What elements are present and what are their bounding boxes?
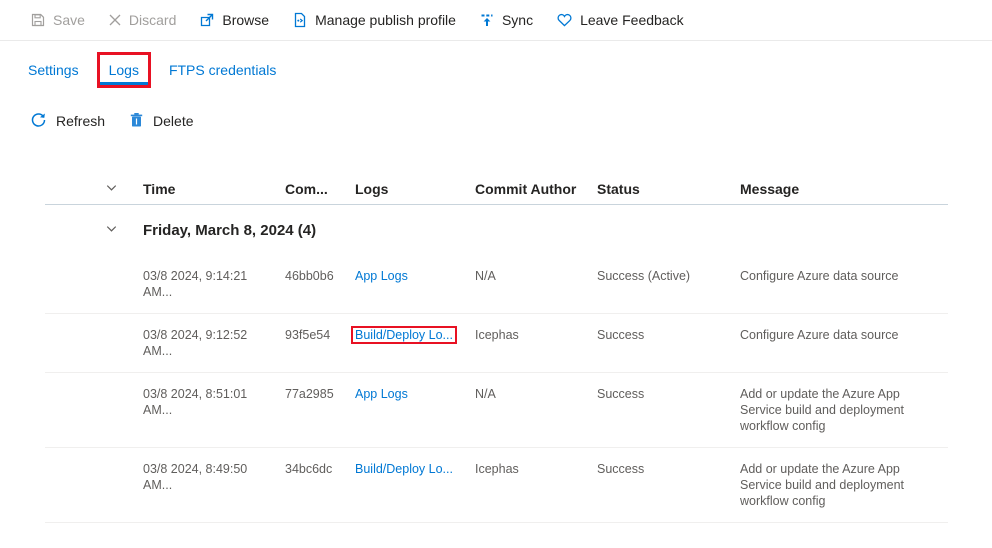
row-status: Success (597, 386, 740, 434)
row-message: Add or update the Azure App Service buil… (740, 461, 948, 509)
sync-button[interactable]: Sync (479, 12, 533, 28)
group-collapse-chevron[interactable] (45, 221, 143, 240)
row-commit-author: N/A (475, 268, 597, 300)
save-label: Save (53, 12, 85, 28)
row-logs-cell: App Logs (355, 268, 475, 300)
row-status: Success (Active) (597, 268, 740, 300)
logs-action-bar: Refresh Delete (0, 111, 992, 131)
header-commit[interactable]: Com... (285, 181, 355, 197)
row-logs-cell: Build/Deploy Lo... (355, 327, 475, 359)
header-message[interactable]: Message (740, 181, 948, 197)
row-expander-cell (45, 461, 143, 509)
row-status: Success (597, 327, 740, 359)
table-row[interactable]: 03/8 2024, 8:49:50 AM... 34bc6dc Build/D… (45, 448, 948, 523)
row-status: Success (597, 461, 740, 509)
row-commit-id: 34bc6dc (285, 461, 355, 509)
command-bar: Save Discard Browse Manage publish profi… (0, 0, 992, 41)
collapse-all-chevron[interactable] (45, 180, 143, 198)
header-logs[interactable]: Logs (355, 181, 475, 197)
trash-icon (129, 112, 144, 131)
row-time: 03/8 2024, 9:12:52 AM... (143, 327, 285, 359)
publish-profile-file-icon (292, 12, 308, 28)
browse-button[interactable]: Browse (199, 12, 269, 28)
table-header-row: Time Com... Logs Commit Author Status Me… (45, 173, 948, 205)
row-commit-author: Icephas (475, 461, 597, 509)
tab-settings[interactable]: Settings (28, 62, 79, 78)
discard-label: Discard (129, 12, 176, 28)
table-row[interactable]: 03/8 2024, 9:14:21 AM... 46bb0b6 App Log… (45, 255, 948, 314)
row-message: Configure Azure data source (740, 327, 948, 359)
row-logs-cell: App Logs (355, 386, 475, 434)
header-commit-author[interactable]: Commit Author (475, 181, 597, 197)
row-commit-id: 46bb0b6 (285, 268, 355, 300)
chevron-down-icon (104, 221, 119, 240)
tab-bar: Settings Logs FTPS credentials (0, 52, 992, 88)
logs-link[interactable]: Build/Deploy Lo... (355, 462, 453, 476)
heart-icon (556, 12, 573, 28)
discard-button[interactable]: Discard (108, 12, 176, 28)
row-logs-cell: Build/Deploy Lo... (355, 461, 475, 509)
save-icon (30, 12, 46, 28)
refresh-label: Refresh (56, 113, 105, 129)
row-time: 03/8 2024, 8:49:50 AM... (143, 461, 285, 509)
row-time: 03/8 2024, 9:14:21 AM... (143, 268, 285, 300)
group-date-label: Friday, March 8, 2024 (4) (143, 222, 948, 239)
refresh-icon (30, 111, 47, 131)
table-body: 03/8 2024, 9:14:21 AM... 46bb0b6 App Log… (45, 255, 948, 523)
sync-upload-icon (479, 12, 495, 28)
browse-external-icon (199, 12, 215, 28)
chevron-down-icon (104, 180, 119, 198)
leave-feedback-button[interactable]: Leave Feedback (556, 12, 684, 28)
save-button[interactable]: Save (30, 12, 85, 28)
logs-link[interactable]: App Logs (355, 269, 408, 283)
tab-ftps-credentials[interactable]: FTPS credentials (169, 62, 276, 78)
table-row[interactable]: 03/8 2024, 8:51:01 AM... 77a2985 App Log… (45, 373, 948, 448)
logs-link[interactable]: App Logs (355, 387, 408, 401)
row-expander-cell (45, 327, 143, 359)
tab-logs[interactable]: Logs (100, 55, 148, 85)
row-message: Add or update the Azure App Service buil… (740, 386, 948, 434)
row-message: Configure Azure data source (740, 268, 948, 300)
browse-label: Browse (222, 12, 269, 28)
manage-publish-profile-button[interactable]: Manage publish profile (292, 12, 456, 28)
row-time: 03/8 2024, 8:51:01 AM... (143, 386, 285, 434)
tab-logs-annotation-box: Logs (97, 52, 151, 88)
row-commit-author: Icephas (475, 327, 597, 359)
delete-label: Delete (153, 113, 193, 129)
row-commit-author: N/A (475, 386, 597, 434)
row-expander-cell (45, 268, 143, 300)
header-time[interactable]: Time (143, 181, 285, 197)
row-expander-cell (45, 386, 143, 434)
delete-button[interactable]: Delete (129, 112, 193, 131)
sync-label: Sync (502, 12, 533, 28)
leave-feedback-label: Leave Feedback (580, 12, 684, 28)
row-commit-id: 77a2985 (285, 386, 355, 434)
manage-publish-profile-label: Manage publish profile (315, 12, 456, 28)
logs-link[interactable]: Build/Deploy Lo... (351, 326, 457, 344)
table-row[interactable]: 03/8 2024, 9:12:52 AM... 93f5e54 Build/D… (45, 314, 948, 373)
row-commit-id: 93f5e54 (285, 327, 355, 359)
header-status[interactable]: Status (597, 181, 740, 197)
refresh-button[interactable]: Refresh (30, 111, 105, 131)
group-row-date[interactable]: Friday, March 8, 2024 (4) (45, 205, 948, 255)
discard-x-icon (108, 13, 122, 27)
deployment-logs-table: Time Com... Logs Commit Author Status Me… (45, 173, 948, 523)
